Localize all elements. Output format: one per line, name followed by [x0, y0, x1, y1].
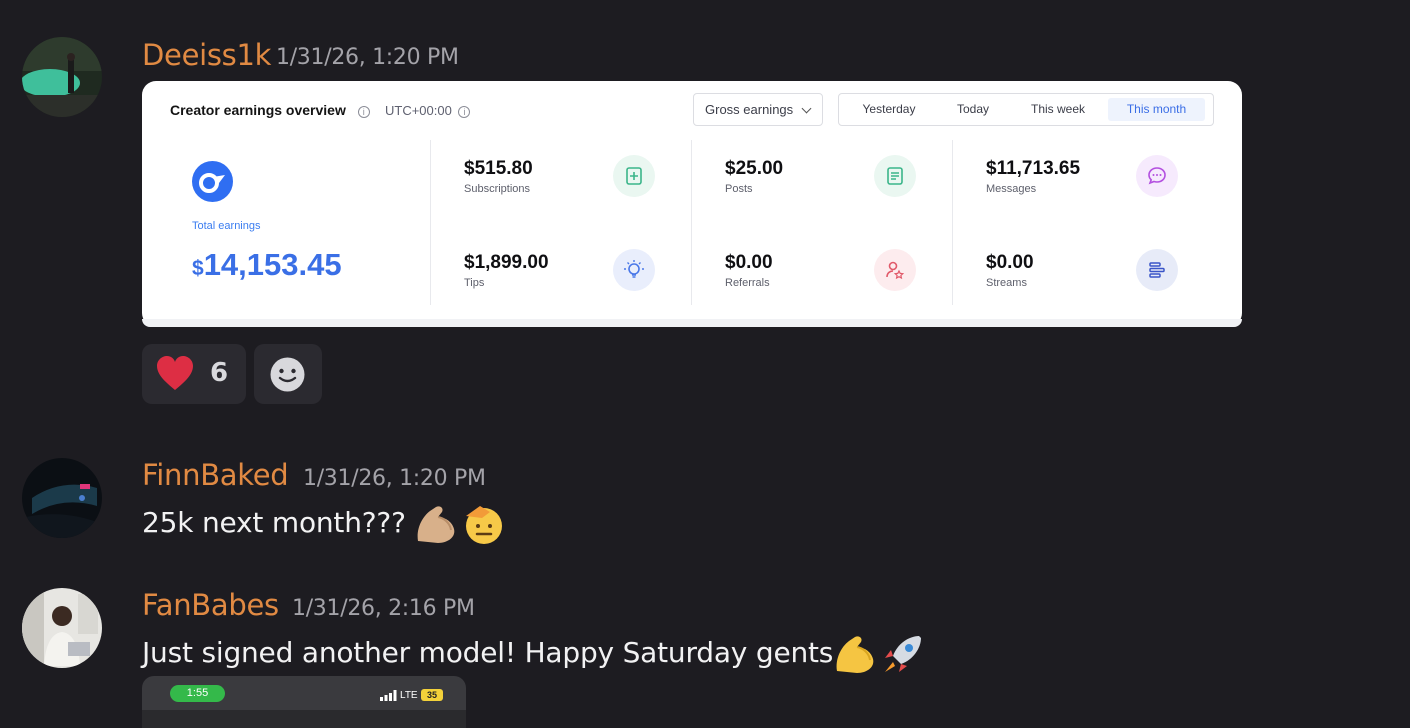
add-reaction-icon [270, 357, 305, 392]
messages-label: Messages [986, 183, 1037, 195]
subscriptions-label: Subscriptions [464, 183, 531, 195]
username[interactable]: FinnBaked [142, 458, 289, 492]
card-footer-strip [142, 319, 1242, 327]
image-attachment[interactable]: 1:55 LTE 35 [142, 676, 466, 728]
embed-title: Creator earnings overview i [170, 102, 370, 118]
tips-lightbulb-icon [613, 249, 655, 291]
messages-value: $11,713.65 [986, 158, 1081, 179]
total-earnings-label: Total earnings [192, 220, 261, 232]
tab-today[interactable]: Today [934, 98, 1012, 121]
attachment-image-body [142, 710, 466, 728]
message-text: 25k next month??? [142, 502, 504, 546]
network-label: LTE [400, 690, 418, 701]
tips-label: Tips [464, 277, 485, 289]
username[interactable]: FanBabes [142, 588, 279, 622]
heart-icon [157, 356, 193, 390]
posts-value: $25.00 [725, 158, 784, 179]
posts-icon [874, 155, 916, 197]
subscriptions-icon [613, 155, 655, 197]
info-icon[interactable]: i [458, 106, 471, 118]
divider [691, 140, 692, 305]
message-text: Just signed another model! Happy Saturda… [142, 632, 925, 676]
reaction-heart[interactable]: 6 [142, 344, 246, 404]
messages-icon [1136, 155, 1178, 197]
streams-icon [1136, 249, 1178, 291]
message-timestamp: 1/31/26, 1:20 PM [303, 466, 486, 491]
tips-value: $1,899.00 [464, 252, 549, 273]
message-timestamp: 1/31/26, 2:16 PM [292, 596, 475, 621]
chevron-down-icon [801, 103, 812, 114]
referrals-value: $0.00 [725, 252, 773, 273]
signal-bars-icon [380, 690, 397, 701]
reaction-count: 6 [210, 358, 229, 388]
streams-label: Streams [986, 277, 1027, 289]
posts-label: Posts [725, 183, 753, 195]
info-icon[interactable]: i [357, 106, 370, 118]
referrals-label: Referrals [725, 277, 770, 289]
period-tabs: Yesterday Today This week This month [838, 93, 1214, 126]
tab-yesterday[interactable]: Yesterday [844, 98, 934, 121]
avatar-deeiss1k[interactable] [22, 37, 102, 117]
tab-this-week[interactable]: This week [1012, 98, 1104, 121]
earnings-embed-card: Creator earnings overview i UTC+00:00 i … [142, 81, 1242, 327]
total-earnings-value: $14,153.45 [192, 247, 342, 282]
referrals-icon [874, 249, 916, 291]
subscriptions-value: $515.80 [464, 158, 533, 179]
tab-this-month[interactable]: This month [1108, 98, 1205, 121]
avatar-fanbabes[interactable] [22, 588, 102, 668]
divider [952, 140, 953, 305]
flexed-biceps-icon [418, 506, 455, 543]
message-timestamp: 1/31/26, 1:20 PM [276, 45, 459, 70]
streams-value: $0.00 [986, 252, 1034, 273]
status-time: 1:55 [170, 685, 225, 702]
flexed-biceps-icon [836, 636, 874, 673]
rocket-icon [885, 636, 922, 672]
avatar-finnbaked[interactable] [22, 458, 102, 538]
divider [430, 140, 431, 305]
username[interactable]: Deeiss1k [142, 38, 271, 72]
add-reaction-button[interactable] [254, 344, 322, 404]
onlyfans-logo-icon [192, 161, 233, 202]
saluting-face-icon [466, 506, 503, 544]
timezone-label: UTC+00:00 i [385, 103, 471, 118]
battery-indicator: 35 [421, 689, 443, 701]
earnings-type-dropdown[interactable]: Gross earnings [693, 93, 823, 126]
